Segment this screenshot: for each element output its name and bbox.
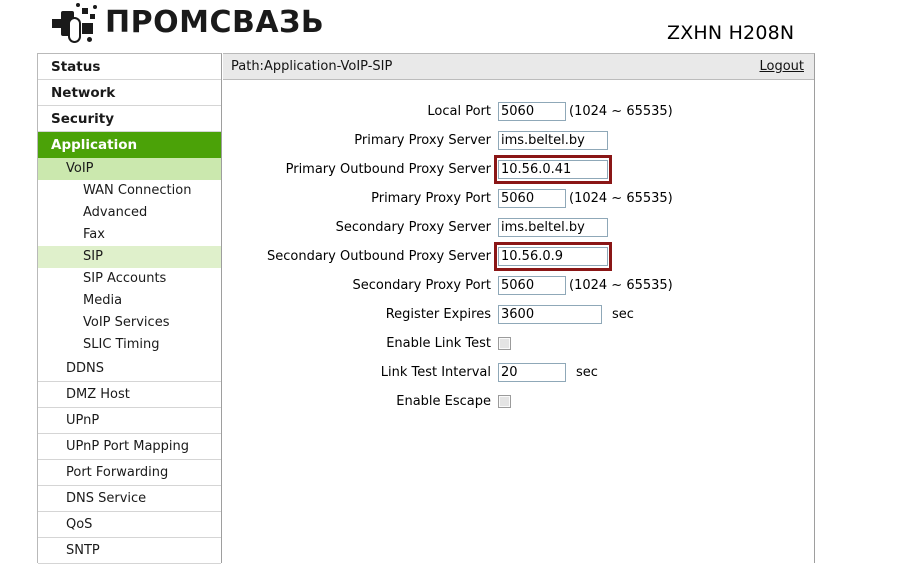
sidebar-item-sntp[interactable]: SNTP — [38, 538, 221, 564]
sidebar-item-status[interactable]: Status — [38, 54, 221, 80]
field-row-secondary-proxy-port: Secondary Proxy Port (1024 ~ 65535) — [223, 273, 814, 298]
link-test-interval-input[interactable] — [498, 363, 566, 382]
label-register-expires: Register Expires — [385, 307, 491, 322]
sidebar-item-upnp[interactable]: UPnP — [38, 408, 221, 434]
content-panel: Path:Application-VoIP-SIP Logout Local P… — [223, 53, 815, 563]
sidebar-item-security[interactable]: Security — [38, 106, 221, 132]
sidebar-item-sip[interactable]: SIP — [38, 246, 221, 268]
label-enable-link-test: Enable Link Test — [386, 336, 491, 351]
hint-local-port: (1024 ~ 65535) — [569, 104, 673, 119]
unit-link-test-interval: sec — [576, 365, 598, 380]
label-primary-proxy-port: Primary Proxy Port — [371, 191, 491, 206]
label-enable-escape: Enable Escape — [396, 394, 491, 409]
sidebar-item-sip-accounts[interactable]: SIP Accounts — [38, 268, 221, 290]
sidebar-item-dns-service[interactable]: DNS Service — [38, 486, 221, 512]
sidebar-nav: Status Network Security Application VoIP… — [37, 53, 222, 564]
sidebar-item-qos[interactable]: QoS — [38, 512, 221, 538]
field-row-enable-escape: Enable Escape — [223, 389, 814, 414]
secondary-proxy-port-input[interactable] — [498, 276, 566, 295]
primary-outbound-proxy-server-input[interactable] — [498, 160, 608, 179]
annotation-box-secondary-outbound — [494, 242, 612, 271]
field-row-register-expires: Register Expires sec — [223, 302, 814, 327]
brand-name: ПРОМСВАЗЬ — [105, 5, 325, 40]
local-port-input[interactable] — [498, 102, 566, 121]
sidebar-item-application[interactable]: Application — [38, 132, 221, 158]
field-row-primary-proxy-server: Primary Proxy Server — [223, 128, 814, 153]
primary-proxy-port-input[interactable] — [498, 189, 566, 208]
field-row-primary-proxy-port: Primary Proxy Port (1024 ~ 65535) — [223, 186, 814, 211]
field-row-enable-link-test: Enable Link Test — [223, 331, 814, 356]
field-row-secondary-outbound-proxy-server: Secondary Outbound Proxy Server — [223, 242, 814, 271]
label-local-port: Local Port — [427, 104, 491, 119]
sidebar-item-upnp-port-mapping[interactable]: UPnP Port Mapping — [38, 434, 221, 460]
hint-primary-proxy-port: (1024 ~ 65535) — [569, 191, 673, 206]
device-model-label: ZXHN H208N — [667, 22, 795, 44]
secondary-outbound-proxy-server-input[interactable] — [498, 247, 608, 266]
label-secondary-outbound-proxy-server: Secondary Outbound Proxy Server — [267, 249, 491, 264]
label-link-test-interval: Link Test Interval — [380, 365, 491, 380]
sidebar-item-advanced[interactable]: Advanced — [38, 202, 221, 224]
breadcrumb-bar: Path:Application-VoIP-SIP Logout — [223, 54, 814, 80]
sidebar-item-wan-connection[interactable]: WAN Connection — [38, 180, 221, 202]
sidebar-item-network[interactable]: Network — [38, 80, 221, 106]
page-frame: Status Network Security Application VoIP… — [37, 53, 815, 564]
breadcrumb: Path:Application-VoIP-SIP — [231, 59, 393, 74]
label-primary-outbound-proxy-server: Primary Outbound Proxy Server — [285, 162, 491, 177]
primary-proxy-server-input[interactable] — [498, 131, 608, 150]
label-primary-proxy-server: Primary Proxy Server — [354, 133, 491, 148]
hint-secondary-proxy-port: (1024 ~ 65535) — [569, 278, 673, 293]
sidebar-item-slic-timing[interactable]: SLIC Timing — [38, 334, 221, 356]
sidebar-item-fax[interactable]: Fax — [38, 224, 221, 246]
enable-escape-checkbox[interactable] — [498, 395, 511, 408]
sidebar-item-voip-services[interactable]: VoIP Services — [38, 312, 221, 334]
sidebar-item-media[interactable]: Media — [38, 290, 221, 312]
register-expires-input[interactable] — [498, 305, 602, 324]
label-secondary-proxy-server: Secondary Proxy Server — [335, 220, 491, 235]
sidebar-item-voip[interactable]: VoIP — [38, 158, 221, 180]
unit-register-expires: sec — [612, 307, 634, 322]
secondary-proxy-server-input[interactable] — [498, 218, 608, 237]
page-header: ПРОМСВАЗЬ ZXHN H208N — [0, 0, 914, 50]
field-row-secondary-proxy-server: Secondary Proxy Server — [223, 215, 814, 240]
logout-link[interactable]: Logout — [759, 54, 804, 79]
field-row-link-test-interval: Link Test Interval sec — [223, 360, 814, 385]
field-row-primary-outbound-proxy-server: Primary Outbound Proxy Server — [223, 155, 814, 184]
sidebar-item-ddns[interactable]: DDNS — [38, 356, 221, 382]
enable-link-test-checkbox[interactable] — [498, 337, 511, 350]
field-row-local-port: Local Port (1024 ~ 65535) — [223, 99, 814, 124]
promsvyaz-logo-icon — [52, 3, 100, 43]
label-secondary-proxy-port: Secondary Proxy Port — [352, 278, 492, 293]
brand-logo: ПРОМСВАЗЬ — [52, 2, 324, 44]
sidebar-item-dmz-host[interactable]: DMZ Host — [38, 382, 221, 408]
annotation-box-primary-outbound — [494, 155, 612, 184]
sidebar-item-port-forwarding[interactable]: Port Forwarding — [38, 460, 221, 486]
sip-settings-form: Local Port (1024 ~ 65535) Primary Proxy … — [223, 80, 814, 414]
